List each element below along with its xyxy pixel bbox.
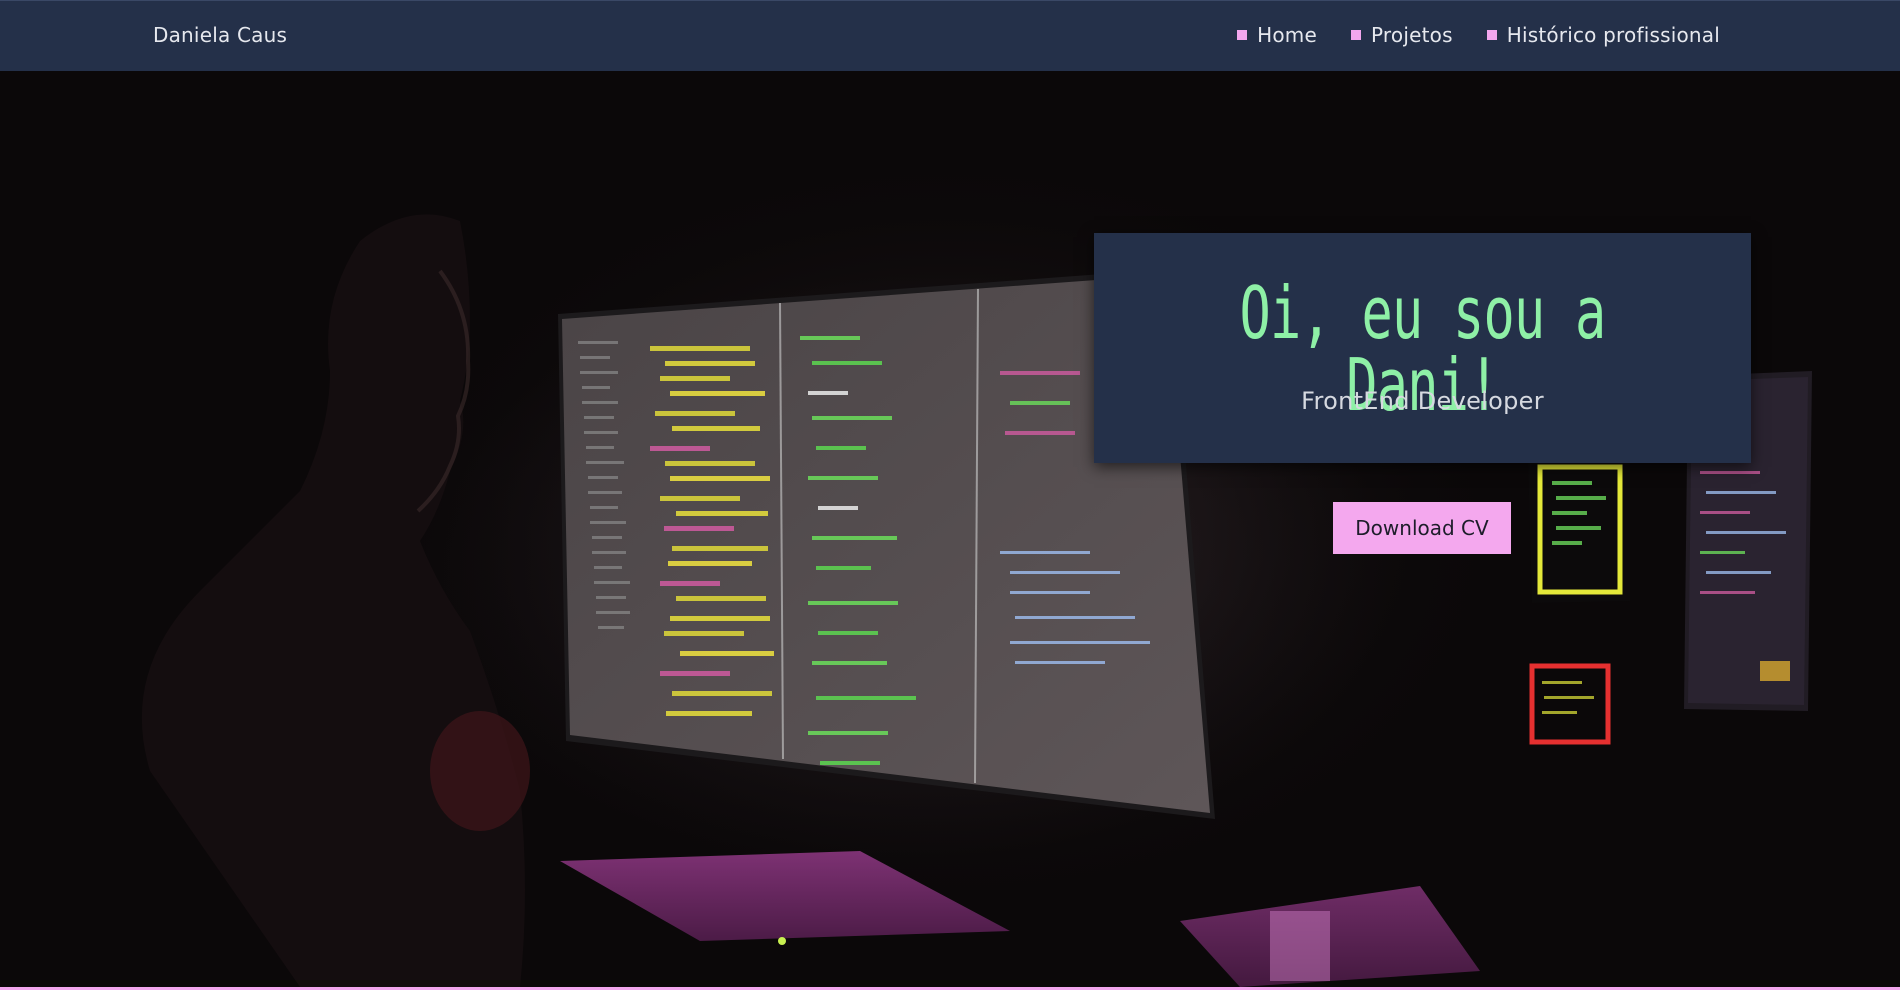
download-cv-button[interactable]: Download CV	[1333, 502, 1511, 554]
navbar: Daniela Caus Home Projetos Histórico pro…	[0, 0, 1900, 71]
square-bullet-icon	[1486, 30, 1497, 40]
nav-link-label: Home	[1257, 23, 1317, 47]
hero-background-image	[141, 111, 1812, 987]
nav-link-projetos[interactable]: Projetos	[1351, 23, 1453, 47]
portfolio-page: Daniela Caus Home Projetos Histórico pro…	[0, 0, 1900, 990]
nav-links: Home Projetos Histórico profissional	[1237, 23, 1720, 47]
hero-subtitle: FrontEnd Developer	[1301, 387, 1544, 415]
square-bullet-icon	[1351, 30, 1361, 40]
nav-link-home[interactable]: Home	[1237, 23, 1317, 47]
hero-section	[0, 71, 1900, 987]
nav-link-label: Histórico profissional	[1506, 23, 1720, 47]
square-bullet-icon	[1237, 30, 1248, 40]
nav-link-historico[interactable]: Histórico profissional	[1486, 23, 1720, 47]
brand-link[interactable]: Daniela Caus	[153, 23, 287, 47]
intro-card: Oi, eu sou a Dani! FrontEnd Developer	[1094, 233, 1751, 463]
nav-link-label: Projetos	[1371, 23, 1453, 47]
